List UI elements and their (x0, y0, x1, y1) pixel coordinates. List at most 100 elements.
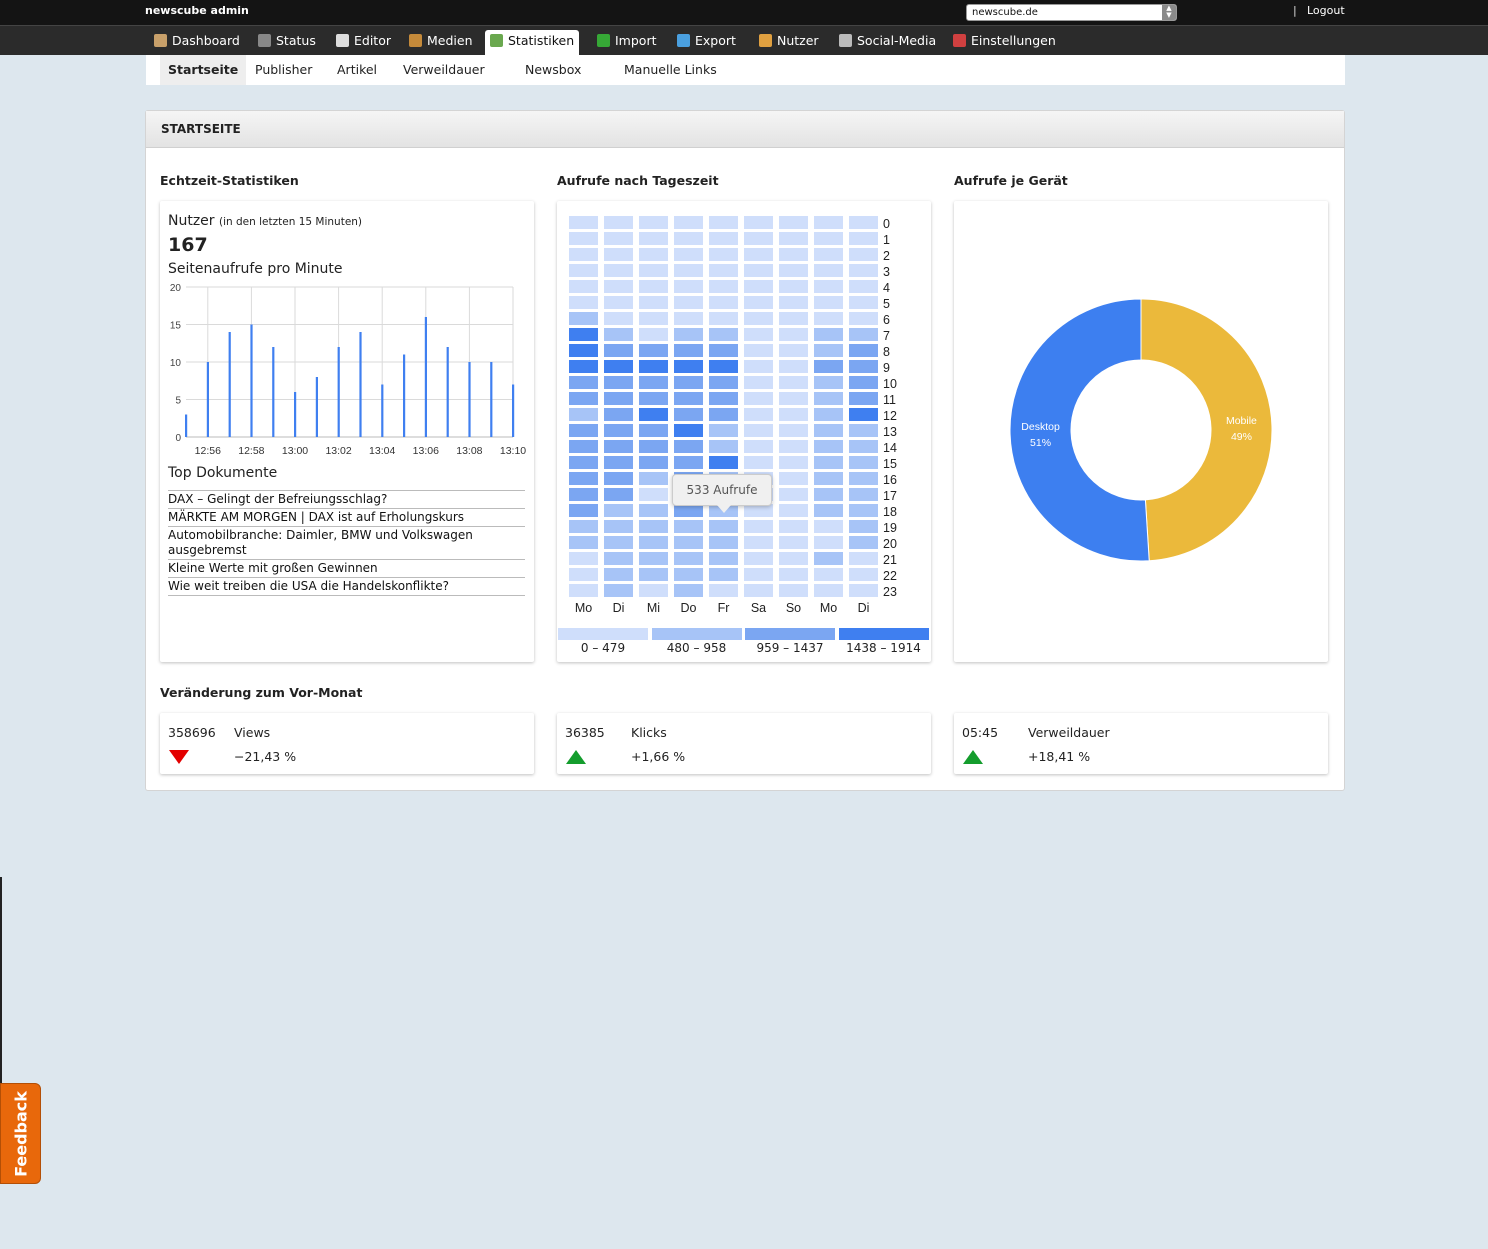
heatmap-cell[interactable] (709, 440, 738, 453)
heatmap-cell[interactable] (639, 312, 668, 325)
heatmap-cell[interactable] (709, 584, 738, 597)
heatmap-cell[interactable] (779, 472, 808, 485)
heatmap-cell[interactable] (744, 456, 773, 469)
heatmap-cell[interactable] (814, 568, 843, 581)
heatmap-cell[interactable] (639, 536, 668, 549)
heatmap-cell[interactable] (604, 328, 633, 341)
heatmap-cell[interactable] (744, 536, 773, 549)
heatmap-cell[interactable] (849, 568, 878, 581)
heatmap-cell[interactable] (639, 568, 668, 581)
heatmap-cell[interactable] (744, 312, 773, 325)
heatmap-cell[interactable] (849, 312, 878, 325)
pageviews-bar[interactable] (206, 362, 209, 437)
heatmap-cell[interactable] (674, 360, 703, 373)
heatmap-cell[interactable] (849, 424, 878, 437)
heatmap-cell[interactable] (849, 264, 878, 277)
heatmap-cell[interactable] (709, 376, 738, 389)
heatmap-cell[interactable] (779, 440, 808, 453)
heatmap-cell[interactable] (604, 344, 633, 357)
heatmap-cell[interactable] (779, 312, 808, 325)
pageviews-bar[interactable] (490, 362, 493, 437)
heatmap-cell[interactable] (604, 248, 633, 261)
heatmap-cell[interactable] (744, 376, 773, 389)
pageviews-bar[interactable] (228, 332, 231, 437)
heatmap-cell[interactable] (639, 552, 668, 565)
heatmap-cell[interactable] (639, 520, 668, 533)
heatmap-cell[interactable] (779, 568, 808, 581)
subnav-item-manuelle-links[interactable]: Manuelle Links (624, 55, 717, 85)
heatmap-cell[interactable] (674, 344, 703, 357)
heatmap-cell[interactable] (569, 520, 598, 533)
heatmap-cell[interactable] (604, 488, 633, 501)
heatmap-cell[interactable] (709, 344, 738, 357)
heatmap-cell[interactable] (814, 216, 843, 229)
heatmap-cell[interactable] (639, 440, 668, 453)
heatmap-cell[interactable] (849, 232, 878, 245)
heatmap-cell[interactable] (709, 328, 738, 341)
heatmap-cell[interactable] (674, 584, 703, 597)
heatmap-cell[interactable] (814, 504, 843, 517)
heatmap-cell[interactable] (849, 344, 878, 357)
subnav-item-publisher[interactable]: Publisher (255, 55, 312, 85)
heatmap-cell[interactable] (639, 328, 668, 341)
heatmap-cell[interactable] (779, 296, 808, 309)
heatmap-cell[interactable] (569, 376, 598, 389)
heatmap-cell[interactable] (779, 584, 808, 597)
heatmap-cell[interactable] (674, 520, 703, 533)
heatmap-cell[interactable] (604, 472, 633, 485)
heatmap-cell[interactable] (744, 264, 773, 277)
heatmap-cell[interactable] (779, 216, 808, 229)
heatmap-cell[interactable] (849, 488, 878, 501)
heatmap-cell[interactable] (604, 536, 633, 549)
heatmap-cell[interactable] (849, 296, 878, 309)
heatmap-cell[interactable] (639, 248, 668, 261)
heatmap-cell[interactable] (569, 248, 598, 261)
site-select[interactable]: newscube.de ▲ ▼ (966, 4, 1177, 21)
heatmap-cell[interactable] (779, 280, 808, 293)
heatmap-cell[interactable] (814, 360, 843, 373)
heatmap-cell[interactable] (604, 456, 633, 469)
subnav-item-artikel[interactable]: Artikel (337, 55, 377, 85)
nav-item-statistiken[interactable]: Statistiken (485, 30, 580, 56)
heatmap-cell[interactable] (779, 456, 808, 469)
pageviews-bar[interactable] (294, 392, 297, 437)
heatmap-cell[interactable] (849, 536, 878, 549)
heatmap-cell[interactable] (814, 280, 843, 293)
heatmap-cell[interactable] (639, 344, 668, 357)
heatmap-cell[interactable] (674, 408, 703, 421)
heatmap-cell[interactable] (709, 392, 738, 405)
heatmap-cell[interactable] (709, 408, 738, 421)
heatmap-cell[interactable] (674, 552, 703, 565)
heatmap-cell[interactable] (744, 344, 773, 357)
heatmap-cell[interactable] (849, 360, 878, 373)
heatmap-cell[interactable] (779, 520, 808, 533)
heatmap-cell[interactable] (674, 296, 703, 309)
heatmap-cell[interactable] (604, 408, 633, 421)
heatmap-cell[interactable] (569, 344, 598, 357)
heatmap-cell[interactable] (709, 296, 738, 309)
heatmap-cell[interactable] (709, 248, 738, 261)
heatmap-cell[interactable] (849, 520, 878, 533)
heatmap-cell[interactable] (639, 456, 668, 469)
heatmap-cell[interactable] (744, 232, 773, 245)
heatmap-cell[interactable] (709, 536, 738, 549)
top-doc-item[interactable]: Kleine Werte mit großen Gewinnen (168, 560, 525, 578)
heatmap-cell[interactable] (604, 520, 633, 533)
heatmap-cell[interactable] (814, 440, 843, 453)
heatmap-cell[interactable] (639, 584, 668, 597)
heatmap-cell[interactable] (779, 488, 808, 501)
heatmap-cell[interactable] (674, 424, 703, 437)
heatmap-cell[interactable] (709, 424, 738, 437)
heatmap-cell[interactable] (639, 232, 668, 245)
heatmap-cell[interactable] (709, 360, 738, 373)
heatmap-cell[interactable] (744, 408, 773, 421)
heatmap-cell[interactable] (779, 360, 808, 373)
heatmap-cell[interactable] (639, 392, 668, 405)
heatmap-cell[interactable] (744, 552, 773, 565)
heatmap-cell[interactable] (849, 248, 878, 261)
heatmap-cell[interactable] (744, 424, 773, 437)
nav-item-nutzer[interactable]: Nutzer (755, 30, 819, 56)
pageviews-bar[interactable] (403, 354, 406, 438)
heatmap-cell[interactable] (569, 360, 598, 373)
heatmap-cell[interactable] (639, 504, 668, 517)
